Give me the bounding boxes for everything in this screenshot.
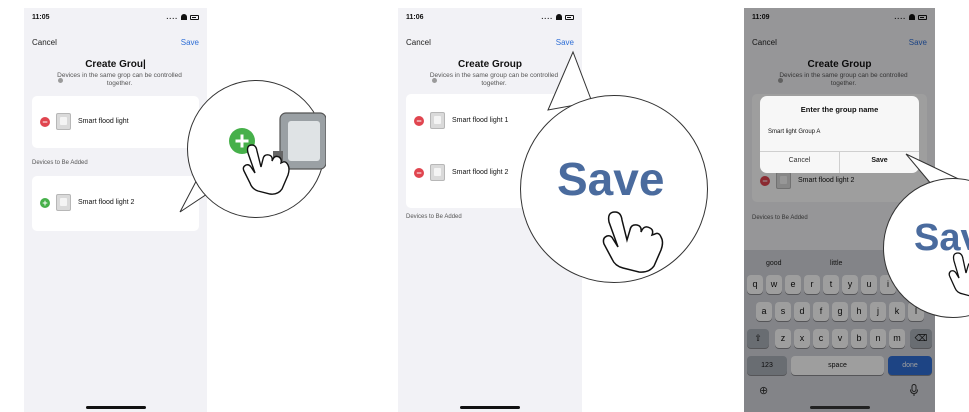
home-indicator	[809, 406, 870, 409]
status-icons: ....	[166, 14, 199, 21]
nav-bar: Cancel Save	[406, 38, 574, 50]
add-device-icon[interactable]: +	[40, 198, 50, 208]
hand-pointer-icon	[948, 252, 969, 297]
battery-icon	[190, 14, 199, 20]
nav-bar: Cancel Save	[32, 38, 199, 50]
wifi-icon	[181, 14, 188, 21]
home-indicator	[460, 406, 520, 409]
tutorial-stage: 11:05 .... Cancel Save Create Grou| Devi…	[0, 0, 969, 412]
signal-dots: ....	[166, 14, 179, 21]
status-icons: ....	[541, 14, 574, 21]
cancel-button[interactable]: Cancel	[32, 38, 57, 47]
hand-pointer-icon	[602, 211, 664, 273]
cancel-button[interactable]: Cancel	[406, 38, 431, 47]
status-time: 11:05	[32, 14, 50, 21]
group-devices-card: − Smart flood light	[32, 96, 199, 148]
zoom-callout-dialog-save: Sav	[883, 178, 969, 318]
status-time: 11:06	[406, 14, 424, 21]
section-label: Devices to Be Added	[32, 160, 88, 166]
device-name: Smart flood light	[78, 118, 129, 125]
flood-light-thumbnail	[430, 112, 445, 129]
remove-device-icon[interactable]: −	[414, 116, 424, 126]
device-name: Smart flood light 2	[452, 169, 509, 176]
hand-pointer-icon	[242, 144, 290, 195]
save-button[interactable]: Save	[181, 38, 199, 47]
flood-light-thumbnail	[430, 164, 445, 181]
device-name: Smart flood light 2	[78, 199, 135, 206]
wifi-icon	[556, 14, 563, 21]
home-indicator	[85, 406, 146, 409]
save-button[interactable]: Save	[556, 38, 574, 47]
remove-device-icon[interactable]: −	[414, 168, 424, 178]
dialog-title: Enter the group name	[800, 105, 879, 114]
page-title: Create Grou|	[85, 59, 146, 70]
zoom-save-text: Save	[557, 153, 665, 205]
remove-device-icon[interactable]: −	[40, 117, 50, 127]
status-bar: 11:06 ....	[406, 14, 574, 24]
group-name-dialog: Enter the group name Smart light Group A…	[760, 96, 919, 173]
zoom-callout-add	[187, 80, 326, 218]
group-hint: Devices in the same grop can be controll…	[57, 72, 182, 87]
group-device-row: − Smart flood light	[40, 113, 193, 131]
zoom-callout-clip: Sav	[880, 170, 969, 340]
device-name: Smart flood light 1	[452, 117, 509, 124]
status-bar: 11:05 ....	[32, 14, 199, 24]
dialog-cancel-button[interactable]: Cancel	[760, 157, 839, 164]
group-name-input[interactable]: Smart light Group A	[768, 129, 820, 135]
zoom-callout-save: Save	[520, 95, 708, 283]
section-label: Devices to Be Added	[406, 214, 462, 220]
flood-light-thumbnail	[56, 194, 71, 211]
flood-light-thumbnail	[56, 113, 71, 130]
battery-icon	[565, 14, 574, 20]
signal-dots: ....	[541, 14, 554, 21]
